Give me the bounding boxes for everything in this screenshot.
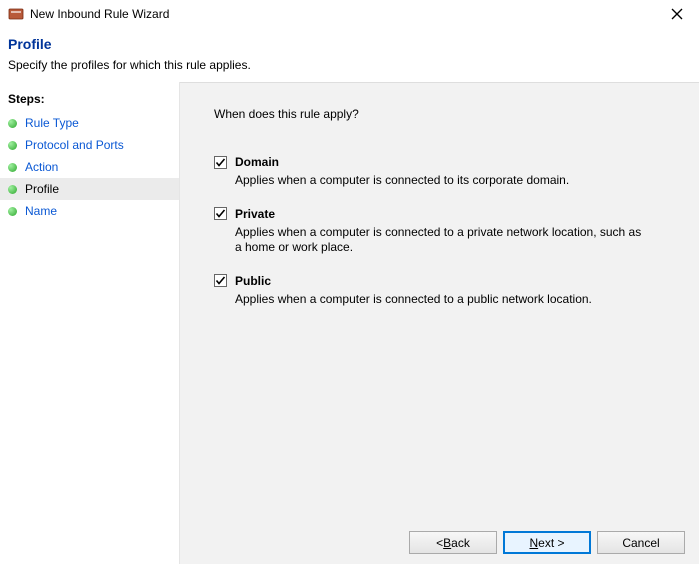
step-name[interactable]: Name <box>0 200 179 222</box>
checkbox-private[interactable] <box>214 207 227 220</box>
step-protocol-ports[interactable]: Protocol and Ports <box>0 134 179 156</box>
step-label: Action <box>25 160 58 174</box>
step-profile[interactable]: Profile <box>0 178 179 200</box>
profile-public-block: Public Applies when a computer is connec… <box>214 274 677 308</box>
close-button[interactable] <box>663 0 691 28</box>
step-label: Protocol and Ports <box>25 138 124 152</box>
checkbox-description: Applies when a computer is connected to … <box>235 173 645 189</box>
checkbox-public[interactable] <box>214 274 227 287</box>
steps-heading: Steps: <box>0 88 179 112</box>
wizard-footer: < Back Next > Cancel <box>409 531 685 554</box>
step-bullet-icon <box>8 141 17 150</box>
step-action[interactable]: Action <box>0 156 179 178</box>
checkbox-label: Private <box>235 207 275 221</box>
steps-sidebar: Steps: Rule Type Protocol and Ports Acti… <box>0 82 180 564</box>
step-label: Name <box>25 204 57 218</box>
checkbox-domain[interactable] <box>214 156 227 169</box>
step-bullet-icon <box>8 207 17 216</box>
window-title: New Inbound Rule Wizard <box>30 7 663 21</box>
titlebar: New Inbound Rule Wizard <box>0 0 699 28</box>
back-button[interactable]: < Back <box>409 531 497 554</box>
checkbox-description: Applies when a computer is connected to … <box>235 292 645 308</box>
checkbox-label: Public <box>235 274 271 288</box>
step-bullet-icon <box>8 185 17 194</box>
step-bullet-icon <box>8 163 17 172</box>
profile-domain-block: Domain Applies when a computer is connec… <box>214 155 677 189</box>
cancel-button[interactable]: Cancel <box>597 531 685 554</box>
page-subtitle: Specify the profiles for which this rule… <box>8 58 691 72</box>
step-label: Rule Type <box>25 116 79 130</box>
checkbox-description: Applies when a computer is connected to … <box>235 225 645 256</box>
step-label: Profile <box>25 182 59 196</box>
page-title: Profile <box>8 36 691 52</box>
wizard-header: Profile Specify the profiles for which t… <box>0 28 699 82</box>
app-icon <box>8 6 24 22</box>
step-bullet-icon <box>8 119 17 128</box>
step-rule-type[interactable]: Rule Type <box>0 112 179 134</box>
checkbox-label: Domain <box>235 155 279 169</box>
profile-private-block: Private Applies when a computer is conne… <box>214 207 677 256</box>
wizard-content: When does this rule apply? Domain Applie… <box>180 82 699 564</box>
next-button[interactable]: Next > <box>503 531 591 554</box>
content-question: When does this rule apply? <box>214 107 677 121</box>
